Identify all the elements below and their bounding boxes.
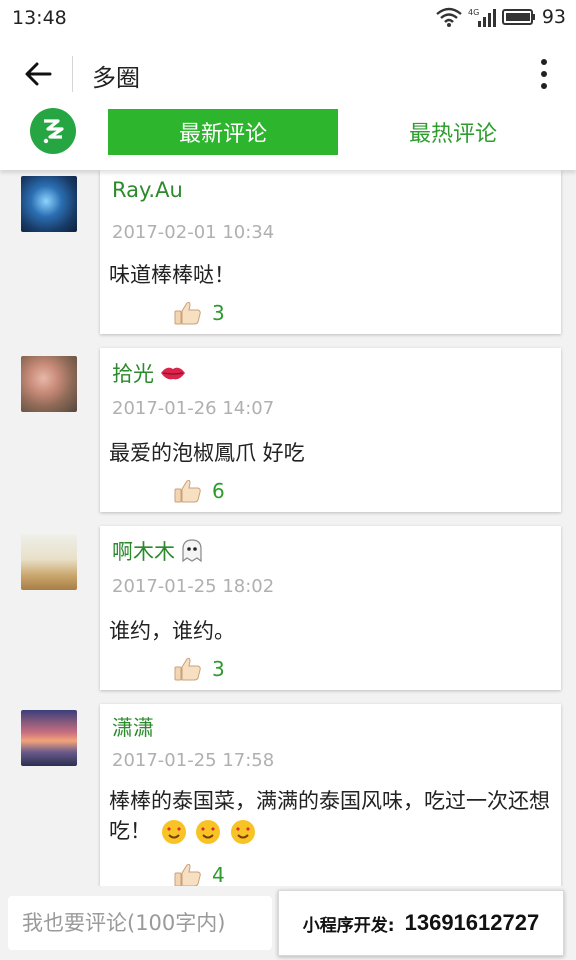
back-button[interactable] [18,54,58,94]
thumbs-up-icon[interactable] [174,862,202,886]
more-dot-icon [541,83,547,89]
comment-date: 2017-01-25 17:58 [112,750,275,771]
app-logo [30,108,76,154]
more-dot-icon [541,71,547,77]
comment-text: 谁约，谁约。 [109,619,235,643]
network-type: 4G [468,8,479,17]
thumbs-up-icon[interactable] [174,478,202,504]
promo-label: 小程序开发: [302,915,395,936]
comment-list[interactable]: Ray.Au 2017-02-01 10:34 味道棒棒哒！ 3 拾光 2017… [0,170,576,886]
like-count: 3 [212,657,225,681]
status-bar: 13:48 4G 93 [0,0,576,38]
status-right: 4G 93 [436,6,566,28]
status-time: 13:48 [12,7,67,29]
comment-card: 潇潇 2017-01-25 17:58 棒棒的泰国菜，满满的泰国风味，吃过一次还… [100,704,561,886]
tab-bar: 最新评论 最热评论 [0,100,576,170]
comment-text: 棒棒的泰国菜，满满的泰国风味，吃过一次还想吃！ [109,786,551,846]
like-control[interactable]: 4 [174,862,225,886]
more-dot-icon [541,59,547,65]
appbar-divider [72,56,73,92]
comment-author[interactable]: 啊木木 [112,536,203,566]
ghost-emoji-icon [182,539,202,563]
like-control[interactable]: 6 [174,478,225,504]
like-control[interactable]: 3 [174,300,225,326]
avatar[interactable] [21,176,77,232]
lips-emoji-icon [161,367,185,380]
heart-eyes-emoji-icon [161,820,186,844]
more-options-button[interactable] [532,54,556,94]
avatar[interactable] [21,710,77,766]
page-title: 多圈 [92,64,140,92]
back-arrow-icon [25,62,52,86]
comment-text: 味道棒棒哒！ [109,263,235,287]
like-control[interactable]: 3 [174,656,225,682]
comment-date: 2017-01-26 14:07 [112,398,275,419]
like-count: 3 [212,301,225,325]
battery-level: 93 [541,6,566,28]
comment-author[interactable]: 潇潇 [112,712,154,742]
wifi-icon [436,7,462,27]
author-name: 潇潇 [112,716,154,740]
comment-text: 最爱的泡椒鳳爪 好吃 [109,441,305,465]
avatar[interactable] [21,356,77,412]
comment-author[interactable]: 拾光 [112,358,186,388]
signal-icon: 4G [468,7,496,27]
thumbs-up-icon[interactable] [174,300,202,326]
comment-input[interactable] [8,896,272,950]
comment-card: 啊木木 2017-01-25 18:02 谁约，谁约。 3 [100,526,561,690]
comment-author[interactable]: Ray.Au [112,178,183,202]
comment-card: Ray.Au 2017-02-01 10:34 味道棒棒哒！ 3 [100,170,561,334]
tab-latest-comments[interactable]: 最新评论 [108,109,338,155]
battery-icon [501,8,536,26]
heart-eyes-emoji-icon [196,820,221,844]
like-count: 6 [212,479,225,503]
promo-phone: 13691612727 [404,910,540,935]
author-name: 啊木木 [112,540,175,564]
avatar[interactable] [21,534,77,590]
promo-banner[interactable]: 小程序开发: 13691612727 [278,890,564,956]
comment-date: 2017-01-25 18:02 [112,576,275,597]
logo-icon [43,119,64,144]
like-count: 4 [212,863,225,886]
bottom-bar: 小程序开发: 13691612727 [0,886,576,960]
tab-hot-comments[interactable]: 最热评论 [338,109,568,155]
heart-eyes-emoji-icon [231,820,256,844]
author-name: Ray.Au [112,178,183,202]
comment-card: 拾光 2017-01-26 14:07 最爱的泡椒鳳爪 好吃 6 [100,348,561,512]
comment-date: 2017-02-01 10:34 [112,222,275,243]
author-name: 拾光 [112,362,154,386]
thumbs-up-icon[interactable] [174,656,202,682]
